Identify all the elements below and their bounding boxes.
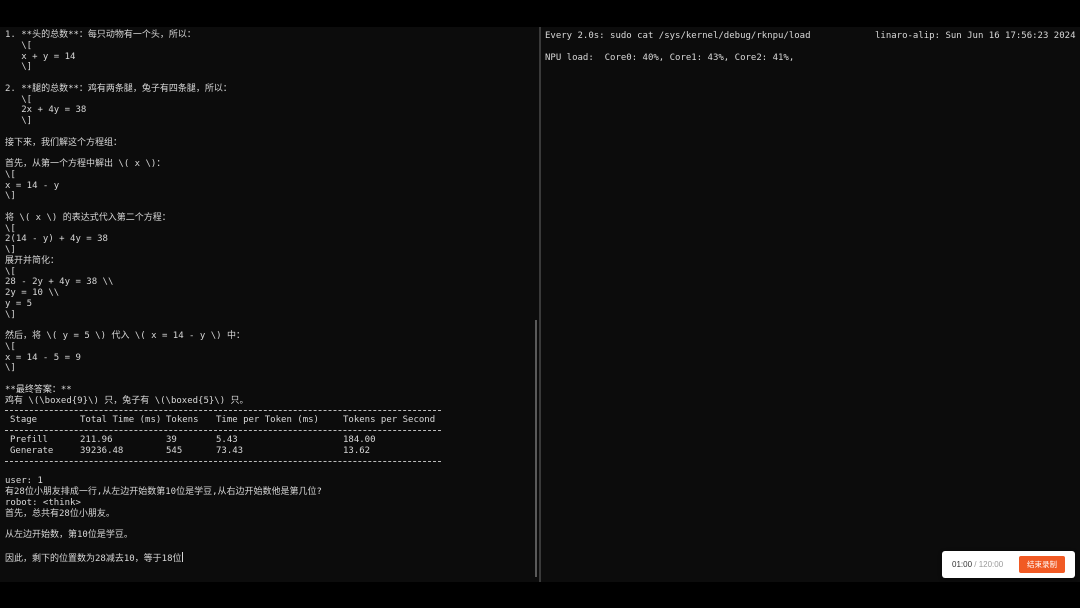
table-cell: Prefill bbox=[10, 435, 48, 445]
terminal-line: \[ bbox=[5, 94, 33, 105]
table-cell: 5.43 bbox=[216, 435, 238, 445]
terminal-line: 2. **腿的总数**：鸡有两条腿，兔子有四条腿，所以： bbox=[5, 83, 232, 94]
terminal-line: 有28位小朋友排成一行,从左边开始数第10位是学豆,从右边开始数他是第几位? bbox=[5, 487, 322, 497]
table-header-cell: Total Time (ms) bbox=[80, 415, 162, 426]
table-rule-bottom bbox=[5, 460, 441, 462]
terminal-scrollbar[interactable] bbox=[535, 320, 537, 577]
table-cell: 39 bbox=[166, 435, 177, 445]
chat-text-block: user: 1 有28位小朋友排成一行,从左边开始数第10位是学豆,从右边开始数他… bbox=[5, 466, 445, 563]
table-cell: 13.62 bbox=[343, 445, 371, 456]
terminal-output: 1. **头的总数**：每只动物有一个头，所以： \[ x + y = 14 \… bbox=[5, 30, 445, 564]
recording-separator: / bbox=[972, 560, 979, 569]
host-timestamp: linaro-alip: Sun Jun 16 17:56:23 2024 bbox=[875, 31, 1076, 41]
recording-timer: 01:00 / 120:00 bbox=[952, 551, 1003, 578]
terminal-line: \[ bbox=[5, 169, 16, 180]
stats-table: Stage Total Time (ms) Tokens Time per To… bbox=[5, 410, 441, 462]
terminal-line: 将 \( x \) 的表达式代入第二个方程： bbox=[5, 212, 171, 223]
table-rule-mid bbox=[5, 430, 441, 431]
terminal-line: 展开并简化： bbox=[5, 255, 60, 266]
stop-recording-button[interactable]: 结束录制 bbox=[1019, 556, 1065, 573]
terminal-line: 28 - 2y + 4y = 38 \\ bbox=[5, 277, 114, 288]
terminal-line: \] bbox=[5, 245, 16, 255]
terminal-line: y = 5 bbox=[5, 298, 33, 309]
terminal-line: 1. **头的总数**：每只动物有一个头，所以： bbox=[5, 30, 196, 40]
table-cell: 73.43 bbox=[216, 445, 244, 456]
recording-total: 120:00 bbox=[978, 560, 1004, 569]
left-terminal-pane[interactable]: 1. **头的总数**：每只动物有一个头，所以： \[ x + y = 14 \… bbox=[0, 27, 538, 582]
terminal-line: 2y = 10 \\ bbox=[5, 288, 60, 298]
terminal-line: x = 14 - y bbox=[5, 180, 60, 191]
terminal-line: x = 14 - 5 = 9 bbox=[5, 352, 81, 363]
table-header-row: Stage Total Time (ms) Tokens Time per To… bbox=[5, 415, 441, 426]
terminal-line: **最终答案：** bbox=[5, 384, 72, 395]
recording-elapsed: 01:00 bbox=[952, 560, 973, 569]
table-cell: 184.00 bbox=[343, 435, 376, 445]
terminal-line: \] bbox=[5, 62, 33, 73]
terminal-line: 鸡有 \(\boxed{9}\) 只，兔子有 \(\boxed{5}\) 只。 bbox=[5, 395, 249, 406]
response-text-block: 1. **头的总数**：每只动物有一个头，所以： \[ x + y = 14 \… bbox=[5, 30, 445, 406]
table-cell: 39236.48 bbox=[80, 445, 124, 456]
table-row: Generate 39236.48 545 73.43 13.62 bbox=[5, 446, 441, 457]
terminal-line: robot: <think> bbox=[5, 497, 81, 508]
terminal-line: \[ bbox=[5, 40, 33, 51]
table-cell: Generate bbox=[10, 445, 54, 456]
table-header-cell: Tokens bbox=[166, 415, 199, 426]
watch-command: Every 2.0s: sudo cat /sys/kernel/debug/r… bbox=[545, 31, 811, 41]
table-row: Prefill 211.96 39 5.43 184.00 bbox=[5, 435, 441, 446]
table-rule-top bbox=[5, 410, 441, 412]
table-header-cell: Time per Token (ms) bbox=[216, 415, 319, 426]
npu-load-readout: NPU load: Core0: 40%, Core1: 43%, Core2:… bbox=[545, 53, 795, 63]
terminal-line: 从左边开始数，第10位是学豆。 bbox=[5, 530, 133, 540]
terminal-line: 然后，将 \( y = 5 \) 代入 \( x = 14 - y \) 中： bbox=[5, 331, 245, 341]
table-header-cell: Tokens per Second bbox=[343, 415, 436, 426]
terminal-line: \[ bbox=[5, 223, 16, 234]
terminal-line: 因此，剩下的位置数为28减去10，等于18位 bbox=[5, 551, 183, 564]
terminal-line: 2x + 4y = 38 bbox=[5, 105, 87, 116]
terminal-line: \[ bbox=[5, 266, 16, 277]
table-cell: 545 bbox=[166, 445, 183, 456]
terminal-line: \] bbox=[5, 116, 33, 126]
terminal-line: 首先，总共有28位小朋友。 bbox=[5, 508, 115, 519]
terminal-line: \[ bbox=[5, 341, 16, 352]
terminal-line: 接下来，我们解这个方程组： bbox=[5, 137, 123, 148]
terminal-line: x + y = 14 bbox=[5, 51, 76, 62]
text-cursor bbox=[181, 551, 183, 562]
watch-header: Every 2.0s: sudo cat /sys/kernel/debug/r… bbox=[545, 30, 1075, 42]
terminal-line: user: 1 bbox=[5, 476, 43, 487]
terminal-line: \] bbox=[5, 309, 16, 320]
right-terminal-pane[interactable]: Every 2.0s: sudo cat /sys/kernel/debug/r… bbox=[542, 27, 1080, 582]
terminal-line: 2(14 - y) + 4y = 38 bbox=[5, 234, 108, 245]
terminal-line: \] bbox=[5, 191, 16, 202]
terminal-line: \] bbox=[5, 363, 16, 374]
table-cell: 211.96 bbox=[80, 435, 113, 445]
pane-divider[interactable] bbox=[539, 27, 541, 582]
terminal-line: 首先，从第一个方程中解出 \( x \)： bbox=[5, 159, 166, 169]
desktop-screen: 1. **头的总数**：每只动物有一个头，所以： \[ x + y = 14 \… bbox=[0, 27, 1080, 582]
table-header-cell: Stage bbox=[10, 415, 38, 426]
screen-recorder-widget: 01:00 / 120:00 结束录制 bbox=[942, 551, 1075, 578]
